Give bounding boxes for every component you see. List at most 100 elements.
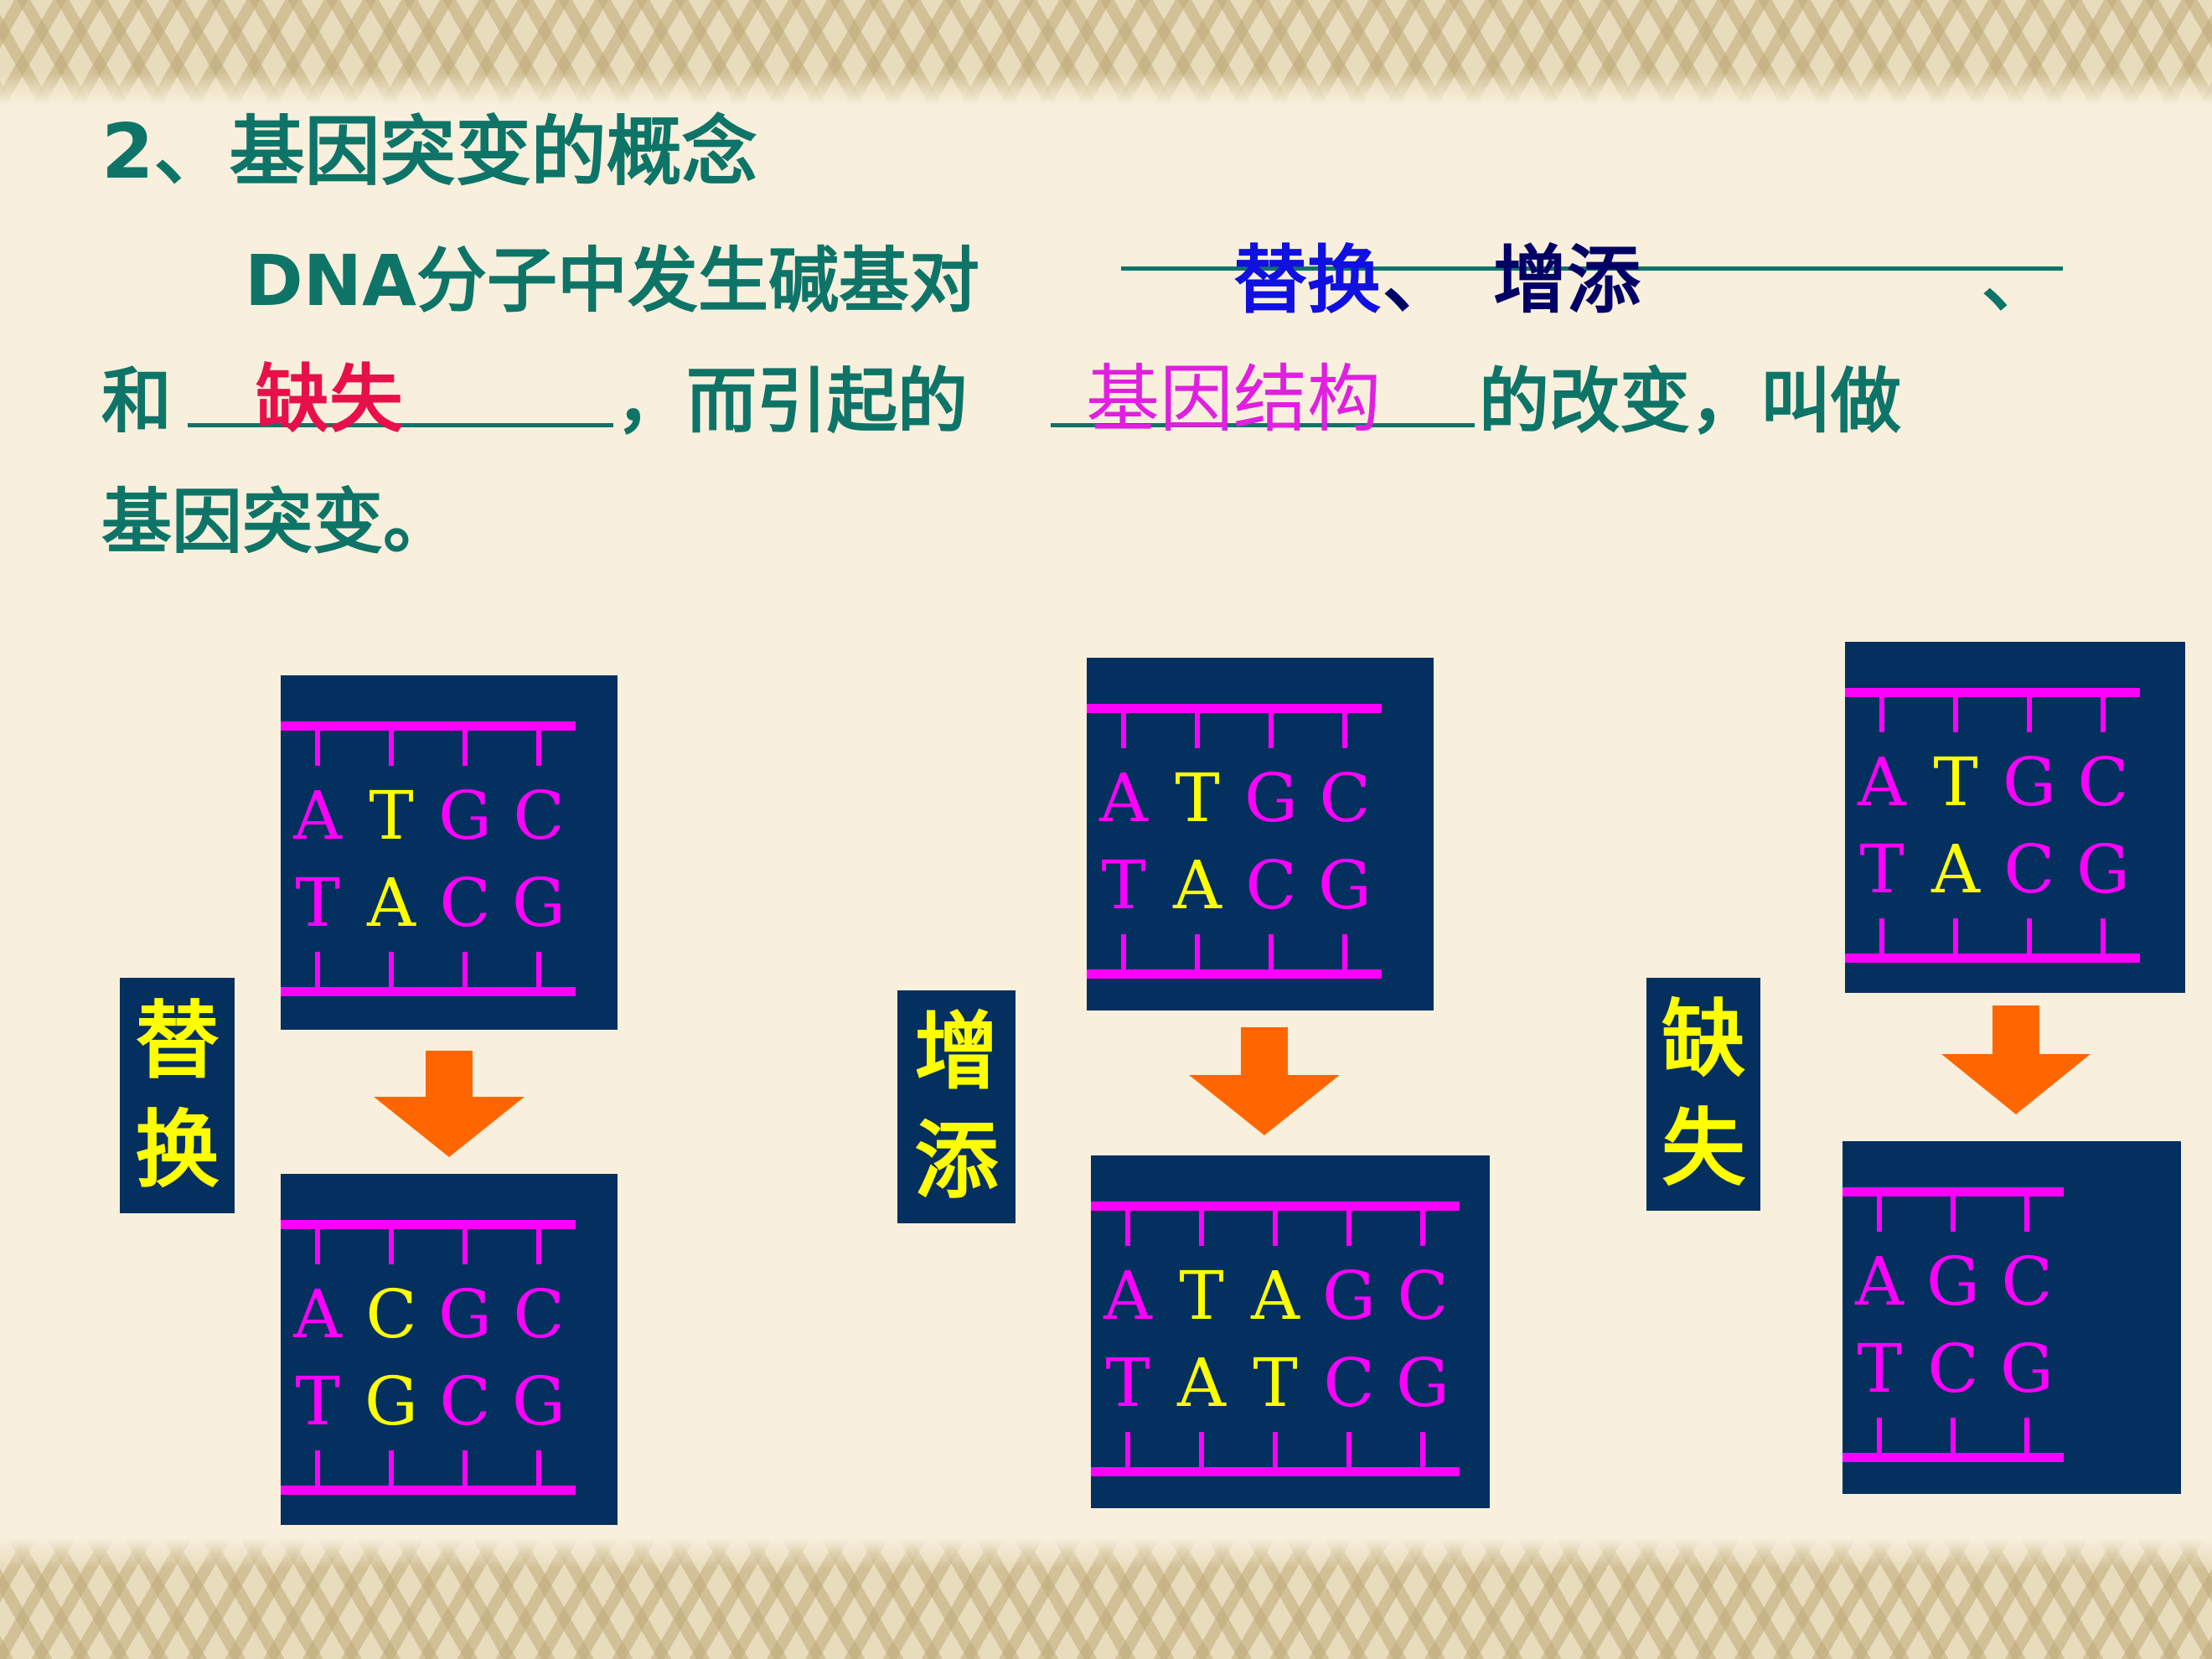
base-C: C [1319,759,1371,837]
rung-top [1953,695,1958,732]
base-T: T [1857,1330,1902,1408]
base-G: G [512,1362,566,1440]
base-A: A [293,777,342,855]
rung-bottom [1125,1432,1130,1469]
rung-bottom [1951,1418,1956,1455]
rung-bottom [536,1450,541,1487]
rung-top [1125,1209,1130,1246]
base-C: C [2001,1243,2053,1320]
base-C: C [1397,1257,1449,1335]
base-A: A [1251,1257,1300,1335]
rung-top [315,729,320,766]
base-C: C [1245,846,1297,924]
rung-bottom [1420,1432,1425,1469]
rung-bottom [463,1450,468,1487]
rung-top [1951,1195,1956,1232]
rung-bottom [536,952,541,989]
dna-box-deletion-before: ATGCTACG [1845,642,2185,993]
decorative-border-bottom [0,1538,2212,1659]
strand-top-bases: ATGC [281,774,576,858]
base-G: G [1318,846,1372,924]
base-C: C [439,1362,491,1440]
answer-separator: 、 [1382,237,1457,323]
base-C: C [365,1275,417,1353]
strand-top [1087,704,1382,713]
dna-box-deletion-after: AGCTCG [1842,1141,2181,1494]
rung-top [315,1227,320,1264]
strand-top-bases: ATAGC [1091,1254,1460,1338]
base-G: G [2076,830,2130,908]
base-A: A [1099,759,1148,837]
rung-bottom [2027,918,2032,955]
rung-bottom [315,952,320,989]
strand-bottom [281,1486,576,1495]
rung-top [463,729,468,766]
strand-bottom-bases: TCG [1842,1327,2064,1411]
base-G: G [1396,1344,1450,1422]
definition-line1-prefix: DNA分子中发生碱基对 [245,240,980,322]
base-A: A [1858,743,1906,821]
rung-bottom [1199,1432,1204,1469]
label-char: 替 [135,991,220,1090]
answer-addition: 增添 [1493,237,1641,323]
base-T: T [1253,1344,1298,1422]
rung-top [1346,1209,1351,1246]
rung-top [536,1227,541,1264]
arrow-down-icon [374,1051,525,1157]
base-T: T [1859,830,1904,908]
base-C: C [1323,1344,1375,1422]
base-C: C [2003,830,2055,908]
rung-bottom [1953,918,1958,955]
rung-top [1199,1209,1204,1246]
strand-bottom [1087,969,1382,979]
base-T: T [1933,743,1978,821]
rung-bottom [2101,918,2106,955]
arrow-down-icon [1189,1027,1340,1135]
base-T: T [1179,1257,1224,1335]
strand-top-bases: ATGC [1087,757,1382,840]
base-A: A [1177,1344,1226,1422]
rung-bottom [1195,934,1200,971]
label-char: 增 [914,1003,999,1101]
answer-deletion: 缺失 [256,356,404,442]
definition-line2-prefix: 和 [101,360,173,442]
dna-box-substitution-before: ATGCTACG [281,675,618,1030]
base-G: G [1926,1243,1980,1320]
strand-top [281,1220,576,1229]
base-T: T [369,777,414,855]
answer-substitution: 替换 [1233,237,1382,323]
rung-top [1877,1195,1882,1232]
definition-line2-suffix: 的改变，叫做 [1479,360,1902,442]
rung-top [2024,1195,2029,1232]
rung-bottom [389,952,394,989]
base-C: C [2077,743,2129,821]
definition-line2-middle: ，而引起的 [616,360,969,442]
strand-top-bases: ACGC [281,1273,576,1357]
strand-top-bases: ATGC [1845,741,2140,824]
strand-bottom-bases: TGCG [281,1360,576,1444]
strand-top [281,721,576,731]
base-G: G [1244,759,1298,837]
strand-bottom-bases: TACG [281,861,576,945]
strand-top-bases: AGC [1842,1240,2064,1324]
base-T: T [1175,759,1220,837]
base-C: C [1927,1330,1979,1408]
rung-bottom [463,952,468,989]
arrow-down-icon [1941,1005,2091,1114]
rung-top [1269,711,1274,748]
base-A: A [1103,1257,1152,1335]
rung-top [1420,1209,1425,1246]
rung-bottom [1121,934,1126,971]
rung-bottom [1269,934,1274,971]
base-G: G [438,1275,492,1353]
base-A: A [1931,830,1980,908]
base-T: T [295,1362,340,1440]
strand-bottom-bases: TACG [1087,844,1382,928]
rung-top [536,729,541,766]
base-C: C [439,864,491,942]
label-char: 缺 [1662,990,1745,1088]
rung-bottom [2024,1418,2029,1455]
rung-bottom [1273,1432,1278,1469]
strand-top [1845,688,2140,697]
base-G: G [2003,743,2056,821]
